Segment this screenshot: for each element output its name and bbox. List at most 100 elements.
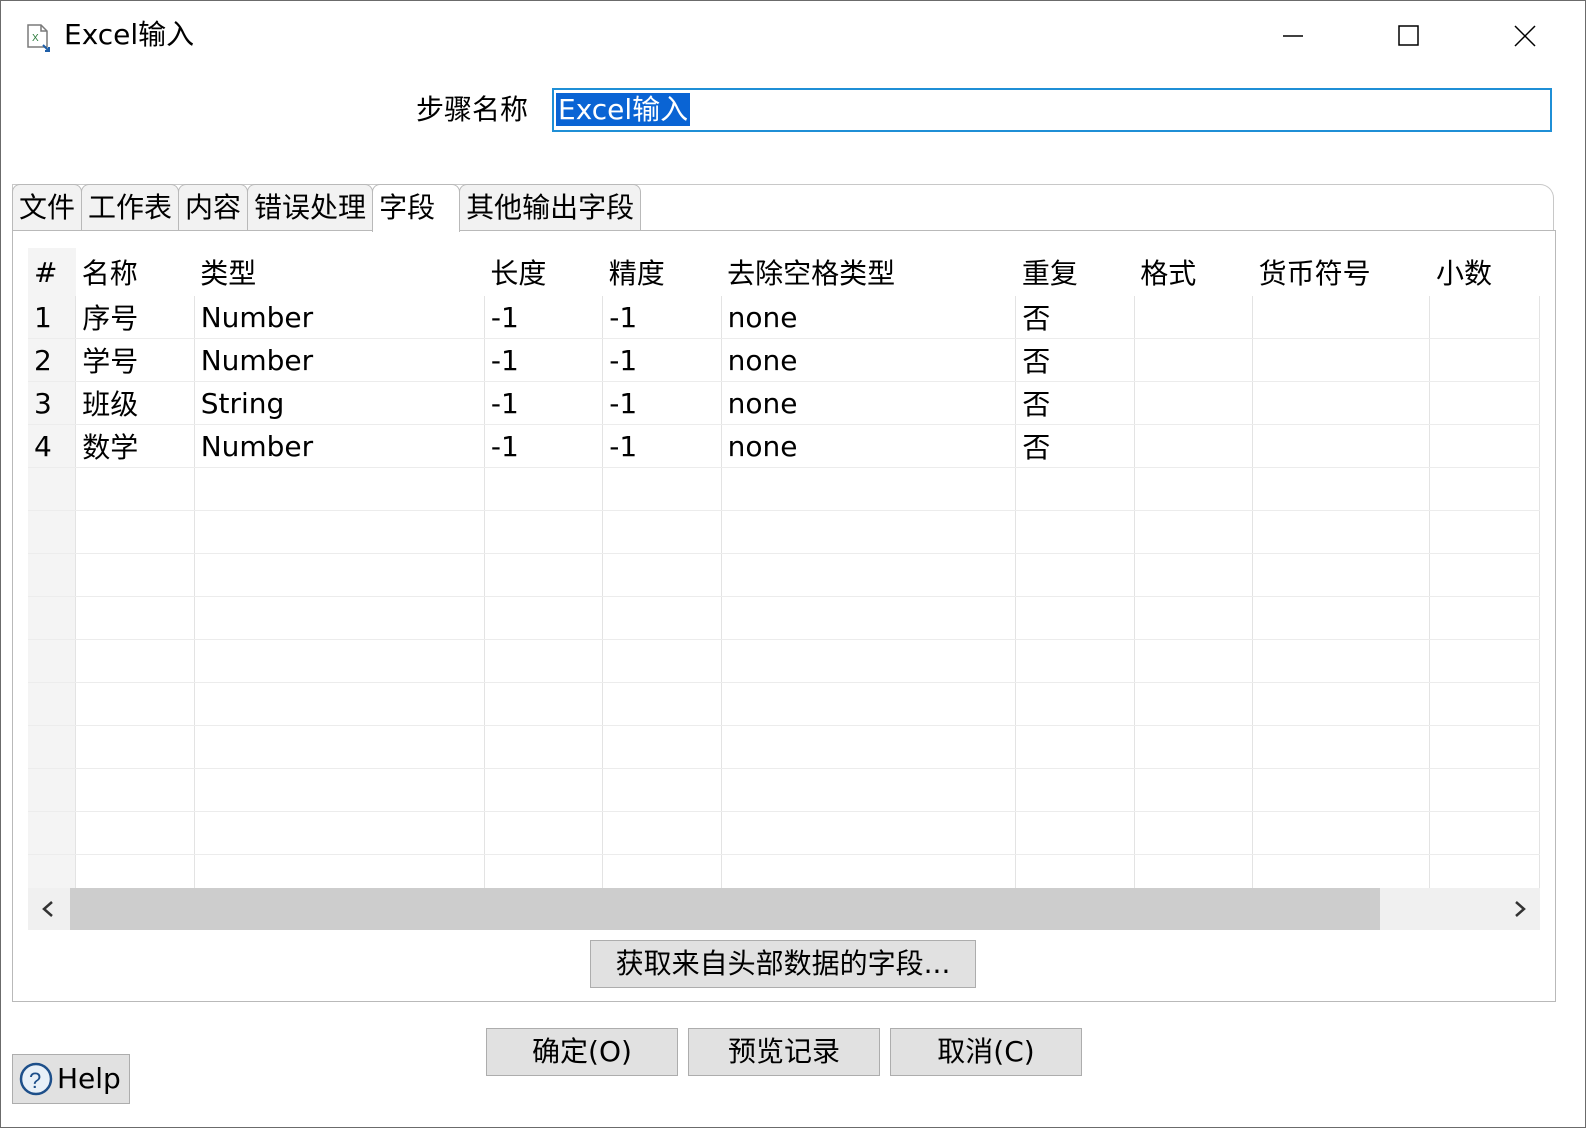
maximize-button[interactable] [1379, 13, 1439, 59]
row-number-cell[interactable] [28, 467, 77, 511]
table-cell[interactable] [1015, 811, 1135, 855]
column-header[interactable]: 名称 [76, 248, 194, 296]
table-cell[interactable]: Number [194, 338, 485, 382]
table-cell[interactable]: none [721, 381, 1017, 425]
minimize-button[interactable] [1263, 13, 1323, 59]
table-cell[interactable] [1429, 682, 1540, 726]
table-cell[interactable] [1429, 768, 1540, 812]
table-cell[interactable] [1134, 338, 1254, 382]
empty-table-row[interactable] [28, 553, 1540, 597]
table-cell[interactable] [1134, 854, 1254, 888]
table-cell[interactable] [194, 553, 485, 597]
table-cell[interactable]: 否 [1015, 424, 1135, 468]
row-number-cell[interactable] [28, 811, 77, 855]
column-header[interactable]: 货币符号 [1253, 248, 1430, 296]
table-cell[interactable]: 班级 [75, 381, 195, 425]
table-cell[interactable] [484, 811, 604, 855]
table-cell[interactable] [484, 596, 604, 640]
tab-sheets[interactable]: 工作表 [81, 184, 180, 230]
table-cell[interactable] [1252, 811, 1431, 855]
step-name-input[interactable]: Excel输入 [552, 88, 1552, 132]
table-cell[interactable] [1015, 725, 1135, 769]
row-number-cell[interactable] [28, 553, 77, 597]
table-cell[interactable] [1015, 768, 1135, 812]
empty-table-row[interactable] [28, 639, 1540, 683]
column-header[interactable]: 长度 [484, 248, 602, 296]
table-cell[interactable] [602, 768, 722, 812]
table-cell[interactable] [1252, 467, 1431, 511]
table-cell[interactable] [484, 510, 604, 554]
table-cell[interactable] [75, 510, 195, 554]
tab-error-handling[interactable]: 错误处理 [247, 184, 374, 230]
table-cell[interactable] [1252, 639, 1431, 683]
table-cell[interactable] [602, 553, 722, 597]
table-cell[interactable] [602, 510, 722, 554]
table-cell[interactable] [1252, 381, 1431, 425]
table-cell[interactable] [194, 596, 485, 640]
table-cell[interactable] [1429, 510, 1540, 554]
table-cell[interactable] [1134, 682, 1254, 726]
table-cell[interactable] [721, 510, 1017, 554]
table-cell[interactable] [1015, 682, 1135, 726]
table-cell[interactable]: -1 [602, 424, 722, 468]
table-cell[interactable]: 否 [1015, 338, 1135, 382]
scrollbar-thumb[interactable] [70, 888, 1380, 930]
table-cell[interactable] [602, 467, 722, 511]
table-cell[interactable] [721, 768, 1017, 812]
table-cell[interactable] [1252, 725, 1431, 769]
table-cell[interactable] [484, 854, 604, 888]
table-cell[interactable] [602, 682, 722, 726]
table-cell[interactable] [194, 768, 485, 812]
table-cell[interactable] [484, 768, 604, 812]
table-cell[interactable]: Number [194, 424, 485, 468]
table-cell[interactable] [1429, 854, 1540, 888]
table-cell[interactable] [1429, 467, 1540, 511]
table-cell[interactable] [1134, 639, 1254, 683]
table-cell[interactable] [75, 768, 195, 812]
cancel-button[interactable]: 取消(C) [890, 1028, 1082, 1076]
table-cell[interactable] [1252, 424, 1431, 468]
table-cell[interactable] [1134, 296, 1254, 339]
table-cell[interactable] [721, 854, 1017, 888]
table-cell[interactable] [1134, 553, 1254, 597]
column-header[interactable]: 格式 [1134, 248, 1252, 296]
column-header[interactable]: 重复 [1016, 248, 1134, 296]
table-cell[interactable] [602, 596, 722, 640]
row-number-cell[interactable] [28, 854, 77, 888]
table-cell[interactable] [1429, 381, 1540, 425]
table-row[interactable]: 3 班级 String -1 -1 none 否 [28, 381, 1540, 425]
table-cell[interactable]: none [721, 424, 1017, 468]
table-cell[interactable] [194, 725, 485, 769]
table-cell[interactable]: 学号 [75, 338, 195, 382]
table-cell[interactable] [1252, 854, 1431, 888]
table-cell[interactable] [1429, 596, 1540, 640]
tab-fields[interactable]: 字段 [372, 184, 461, 232]
column-header[interactable]: 精度 [603, 248, 721, 296]
row-number-cell[interactable]: 4 [28, 424, 77, 468]
table-cell[interactable]: -1 [484, 424, 604, 468]
scroll-right-button[interactable] [1500, 888, 1540, 930]
table-cell[interactable] [75, 811, 195, 855]
table-cell[interactable] [1252, 338, 1431, 382]
table-cell[interactable] [1134, 424, 1254, 468]
row-number-cell[interactable] [28, 768, 77, 812]
table-cell[interactable] [194, 510, 485, 554]
row-number-cell[interactable]: 3 [28, 381, 77, 425]
table-cell[interactable] [721, 811, 1017, 855]
table-cell[interactable] [75, 639, 195, 683]
column-header[interactable]: 小数 [1430, 248, 1540, 296]
table-cell[interactable] [1015, 639, 1135, 683]
table-cell[interactable] [721, 553, 1017, 597]
close-button[interactable] [1495, 13, 1555, 59]
table-cell[interactable] [75, 596, 195, 640]
row-number-cell[interactable] [28, 596, 77, 640]
table-cell[interactable] [721, 682, 1017, 726]
table-cell[interactable] [1252, 596, 1431, 640]
table-cell[interactable]: 数学 [75, 424, 195, 468]
table-cell[interactable] [75, 467, 195, 511]
table-cell[interactable] [1015, 596, 1135, 640]
table-cell[interactable] [1429, 553, 1540, 597]
column-header[interactable]: 去除空格类型 [721, 248, 1016, 296]
row-number-cell[interactable] [28, 510, 77, 554]
table-cell[interactable] [75, 682, 195, 726]
